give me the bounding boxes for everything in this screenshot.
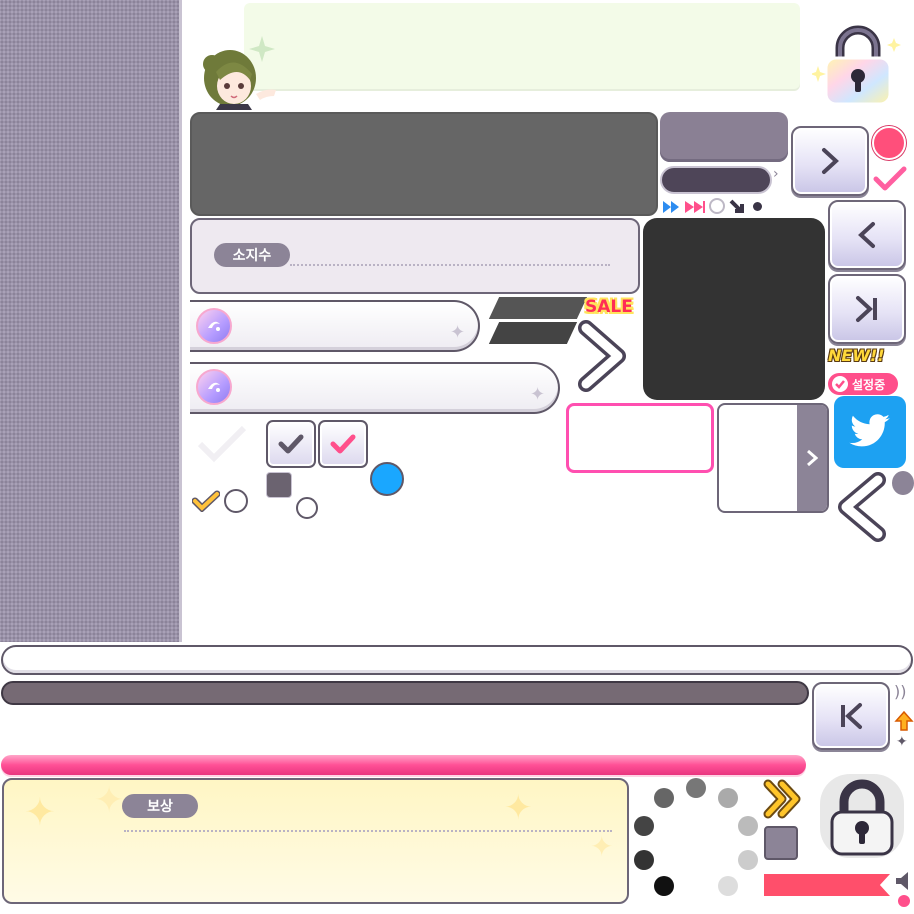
notification-dot [872,126,906,160]
sparkle-icon: ✦ [504,788,533,828]
dark-square-panel [643,218,825,400]
pink-dot [898,895,910,907]
small-chevron-right-icon: › [773,166,779,182]
item-icon [196,369,232,405]
side-panel-texture [0,0,182,642]
cloud-icon [707,198,727,214]
skip-to-end-icon [856,296,877,322]
slide-panel-tab[interactable] [797,405,827,511]
arrow-up-icon [894,710,914,732]
sparkle-icon: ✦ [590,830,614,863]
new-badge: NEW!! [828,346,885,365]
speaker-icon [894,870,914,892]
purple-gray-panel [660,112,788,162]
checkbox-checked-pink[interactable] [318,420,368,468]
radio-empty[interactable] [224,489,248,513]
character-avatar [190,34,285,110]
twitter-share-button[interactable] [834,396,906,468]
chevron-right-icon [822,148,839,174]
sparkle-icon: ✦ [94,780,125,821]
setting-badge-label: 설정중 [852,377,886,392]
lock-icon [816,770,908,862]
next-button[interactable] [791,126,869,196]
sound-wave-icon: )) [894,682,907,701]
divider [124,830,612,832]
skip-to-start-button[interactable] [812,682,890,750]
chevron-left-icon [834,472,890,542]
square-toggle[interactable] [266,472,292,498]
dot-indicator [753,202,762,211]
dark-pill [660,166,772,194]
checkbox-checked[interactable] [266,420,316,468]
chevron-left-icon [858,222,875,248]
skip-to-end-button[interactable] [828,274,906,344]
skip-to-start-icon [841,703,862,729]
fast-forward-icon [684,199,706,213]
twitter-icon [849,414,890,447]
fast-forward-icon [662,199,680,213]
progress-bar-track [1,681,809,705]
reward-panel: ✦ ✦ ✦ ✦ [2,778,629,904]
check-icon [191,490,221,513]
radio-empty[interactable] [296,497,318,519]
double-chevron-right-icon [762,778,804,820]
arrow-down-right-icon [729,197,747,215]
pink-outline-frame [566,403,714,473]
item-icon [196,308,232,344]
pink-gauge-bar [1,755,806,775]
divider [290,264,610,266]
sparkle-icon: ✦ [896,734,908,750]
speech-bubble [244,3,800,89]
sparkle-icon: ✦ [24,790,56,834]
radio-blue[interactable] [370,462,404,496]
chevron-right-icon [807,449,818,467]
loading-spinner [630,776,762,902]
setting-badge: 설정중 [828,373,898,395]
dark-ribbon [488,297,588,319]
dark-ribbon [488,322,578,344]
reward-label: 보상 [122,794,198,818]
check-icon [871,164,909,194]
red-ribbon-bar [764,874,890,896]
chevron-right-icon [574,320,630,392]
item-row-2[interactable] [190,362,560,414]
previous-button[interactable] [828,200,906,270]
sparkle-icon: ✦ [530,384,546,405]
long-white-bar [1,645,913,675]
check-icon [330,434,356,454]
gray-square [764,826,798,860]
gray-dot [892,471,914,495]
sale-badge: SALE [585,297,633,317]
slide-panel [717,403,829,513]
check-icon [278,434,304,454]
item-row-1[interactable] [190,300,480,352]
lock-icon [810,18,904,110]
owned-count-label: 소지수 [214,243,290,267]
faded-check-icon [194,420,250,470]
sparkle-icon: ✦ [450,322,466,343]
check-icon [832,376,848,392]
dark-gray-panel [190,112,658,216]
